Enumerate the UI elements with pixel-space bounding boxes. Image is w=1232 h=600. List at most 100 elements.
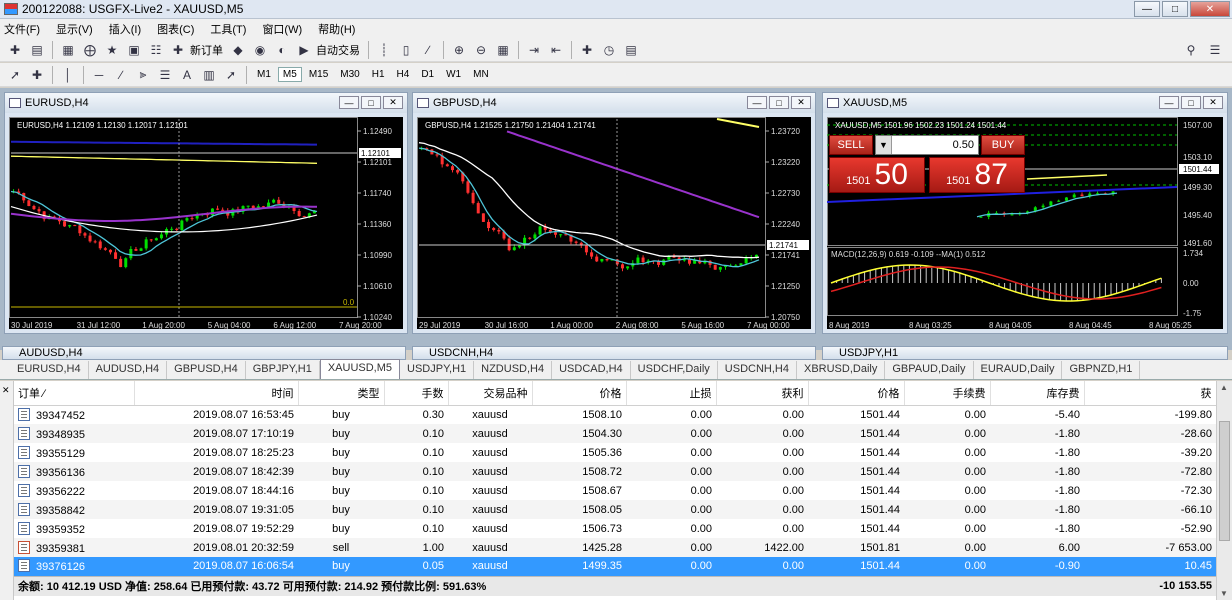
- templates-icon[interactable]: ▤: [622, 41, 640, 59]
- background-window-audusd[interactable]: AUDUSD,H4: [2, 346, 406, 360]
- restore-button[interactable]: □: [1181, 96, 1201, 109]
- strategy-tester-icon[interactable]: ☷: [147, 41, 165, 59]
- vertical-scrollbar[interactable]: ▲ ▼: [1216, 381, 1232, 600]
- timeframe-mn[interactable]: MN: [468, 67, 494, 82]
- timeframe-h4[interactable]: H4: [392, 67, 415, 82]
- table-row[interactable]: 39358842 2019.08.07 19:31:05 buy 0.10 xauusd…: [14, 500, 1216, 519]
- data-window-icon[interactable]: ⨁: [81, 41, 99, 59]
- navigator-icon[interactable]: ★: [103, 41, 121, 59]
- terminal-icon[interactable]: ▣: [125, 41, 143, 59]
- buy-price-button[interactable]: 1501 87: [929, 157, 1025, 193]
- timeframe-d1[interactable]: D1: [416, 67, 439, 82]
- tab-gbpaud-daily[interactable]: GBPAUD,Daily: [885, 361, 974, 379]
- chart-canvas[interactable]: 1.12490 1.12101 1.11740 1.11360 1.10990 1.106…: [9, 117, 403, 330]
- timeframe-m30[interactable]: M30: [335, 67, 364, 82]
- close-button[interactable]: ✕: [1190, 1, 1230, 17]
- auto-trading-button[interactable]: 自动交易: [316, 42, 360, 58]
- menu-window[interactable]: 窗口(W): [262, 21, 302, 37]
- maximize-button[interactable]: □: [1162, 1, 1188, 17]
- menu-view[interactable]: 显示(V): [56, 21, 93, 37]
- tile-windows-icon[interactable]: ▦: [494, 41, 512, 59]
- background-window-usdjpy[interactable]: USDJPY,H1: [822, 346, 1228, 360]
- col-symbol[interactable]: 交易品种: [448, 381, 533, 406]
- close-button[interactable]: ✕: [1203, 96, 1223, 109]
- tab-eurusd-h4[interactable]: EURUSD,H4: [10, 361, 89, 379]
- text-label-icon[interactable]: ▥: [200, 66, 218, 84]
- minimize-button[interactable]: —: [1134, 1, 1160, 17]
- cursor-icon[interactable]: ➚: [6, 66, 24, 84]
- community-icon[interactable]: ◉: [251, 41, 269, 59]
- trendline-icon[interactable]: ∕: [112, 66, 130, 84]
- tab-euraud-daily[interactable]: EURAUD,Daily: [974, 361, 1063, 379]
- table-row[interactable]: 39356222 2019.08.07 18:44:16 buy 0.10 xauusd…: [14, 481, 1216, 500]
- col-order[interactable]: 订单 ∕: [14, 381, 135, 406]
- options-icon[interactable]: ☰: [1206, 41, 1224, 59]
- chart-canvas[interactable]: 1507.00 1503.10 1499.30 1495.40 1491.60 1501.…: [827, 117, 1223, 330]
- table-row[interactable]: 39356136 2019.08.07 18:42:39 buy 0.10 xauusd…: [14, 462, 1216, 481]
- timeframe-w1[interactable]: W1: [441, 67, 466, 82]
- tab-xbrusd-daily[interactable]: XBRUSD,Daily: [797, 361, 886, 379]
- table-row[interactable]: 39359381 2019.08.01 20:32:59 sell 1.00 xauus…: [14, 538, 1216, 557]
- auto-scroll-icon[interactable]: ⇥: [525, 41, 543, 59]
- zoom-out-icon[interactable]: ⊖: [472, 41, 490, 59]
- vertical-line-icon[interactable]: │: [59, 66, 77, 84]
- search-icon[interactable]: ⚲: [1182, 41, 1200, 59]
- tab-audusd-h4[interactable]: AUDUSD,H4: [89, 361, 168, 379]
- indicators-icon[interactable]: ✚: [578, 41, 596, 59]
- col-lots[interactable]: 手数: [384, 381, 449, 406]
- new-order-icon[interactable]: ✚: [169, 41, 187, 59]
- col-time[interactable]: 时间: [134, 381, 299, 406]
- arrows-icon[interactable]: ➚: [222, 66, 240, 84]
- background-window-usdcnh[interactable]: USDCNH,H4: [412, 346, 816, 360]
- periods-icon[interactable]: ◷: [600, 41, 618, 59]
- chart-shift-icon[interactable]: ⇤: [547, 41, 565, 59]
- tab-gbpjpy-h1[interactable]: GBPJPY,H1: [246, 361, 320, 379]
- tab-gbpnzd-h1[interactable]: GBPNZD,H1: [1062, 361, 1141, 379]
- table-row[interactable]: 39348935 2019.08.07 17:10:19 buy 0.10 xauusd…: [14, 424, 1216, 443]
- minimize-button[interactable]: —: [747, 96, 767, 109]
- chart-window-eurusd[interactable]: EURUSD,H4 — □ ✕ 1.12490 1.12101 1.11740 1.1…: [4, 92, 408, 334]
- crosshair-icon[interactable]: ✚: [28, 66, 46, 84]
- restore-button[interactable]: □: [361, 96, 381, 109]
- table-row[interactable]: 39376126 2019.08.07 16:06:54 buy 0.05 xauusd…: [14, 557, 1216, 576]
- fibonacci-icon[interactable]: ☰: [156, 66, 174, 84]
- sell-button[interactable]: SELL: [829, 135, 873, 155]
- auto-trading-icon[interactable]: ▶: [295, 41, 313, 59]
- col-commission[interactable]: 手续费: [904, 381, 991, 406]
- chart-window-gbpusd[interactable]: GBPUSD,H4 — □ ✕ 1.23720 1.23220 1.22730 1.2…: [412, 92, 816, 334]
- signals-icon[interactable]: ◐: [273, 41, 291, 59]
- minimize-button[interactable]: —: [1159, 96, 1179, 109]
- sell-price-button[interactable]: 1501 50: [829, 157, 925, 193]
- market-watch-icon[interactable]: ▦: [59, 41, 77, 59]
- candlestick-icon[interactable]: ▯: [397, 41, 415, 59]
- channel-icon[interactable]: ⫸: [134, 66, 152, 84]
- volume-down-icon[interactable]: ▼: [876, 136, 892, 154]
- col-open-price[interactable]: 价格: [532, 381, 627, 406]
- metaeditor-icon[interactable]: ◆: [229, 41, 247, 59]
- close-button[interactable]: ✕: [383, 96, 403, 109]
- timeframe-m5[interactable]: M5: [277, 67, 302, 82]
- buy-button[interactable]: BUY: [981, 135, 1025, 155]
- volume-field[interactable]: ▼ 0.50: [875, 135, 979, 155]
- scroll-thumb[interactable]: [1219, 421, 1230, 541]
- col-stop-loss[interactable]: 止损: [626, 381, 717, 406]
- table-row[interactable]: 39355129 2019.08.07 18:25:23 buy 0.10 xauusd…: [14, 443, 1216, 462]
- timeframe-m1[interactable]: M1: [252, 67, 276, 82]
- menu-help[interactable]: 帮助(H): [318, 21, 355, 37]
- menu-tools[interactable]: 工具(T): [210, 21, 246, 37]
- table-row[interactable]: 39359352 2019.08.07 19:52:29 buy 0.10 xauusd…: [14, 519, 1216, 538]
- col-current-price[interactable]: 价格: [808, 381, 905, 406]
- line-chart-icon[interactable]: ∕: [419, 41, 437, 59]
- text-icon[interactable]: A: [178, 66, 196, 84]
- scroll-down-icon[interactable]: ▼: [1220, 589, 1228, 598]
- chart-window-xauusd[interactable]: XAUUSD,M5 — □ ✕ 1507.00 1503.10 1499.30 149…: [822, 92, 1228, 334]
- close-button[interactable]: ✕: [791, 96, 811, 109]
- chart-canvas[interactable]: 1.23720 1.23220 1.22730 1.22240 1.21741 1.212…: [417, 117, 811, 330]
- tab-usdchf-daily[interactable]: USDCHF,Daily: [631, 361, 718, 379]
- minimize-button[interactable]: —: [339, 96, 359, 109]
- tab-usdcad-h4[interactable]: USDCAD,H4: [552, 361, 631, 379]
- bar-chart-icon[interactable]: ┊: [375, 41, 393, 59]
- tab-nzdusd-h4[interactable]: NZDUSD,H4: [474, 361, 553, 379]
- restore-button[interactable]: □: [769, 96, 789, 109]
- scroll-up-icon[interactable]: ▲: [1220, 383, 1228, 392]
